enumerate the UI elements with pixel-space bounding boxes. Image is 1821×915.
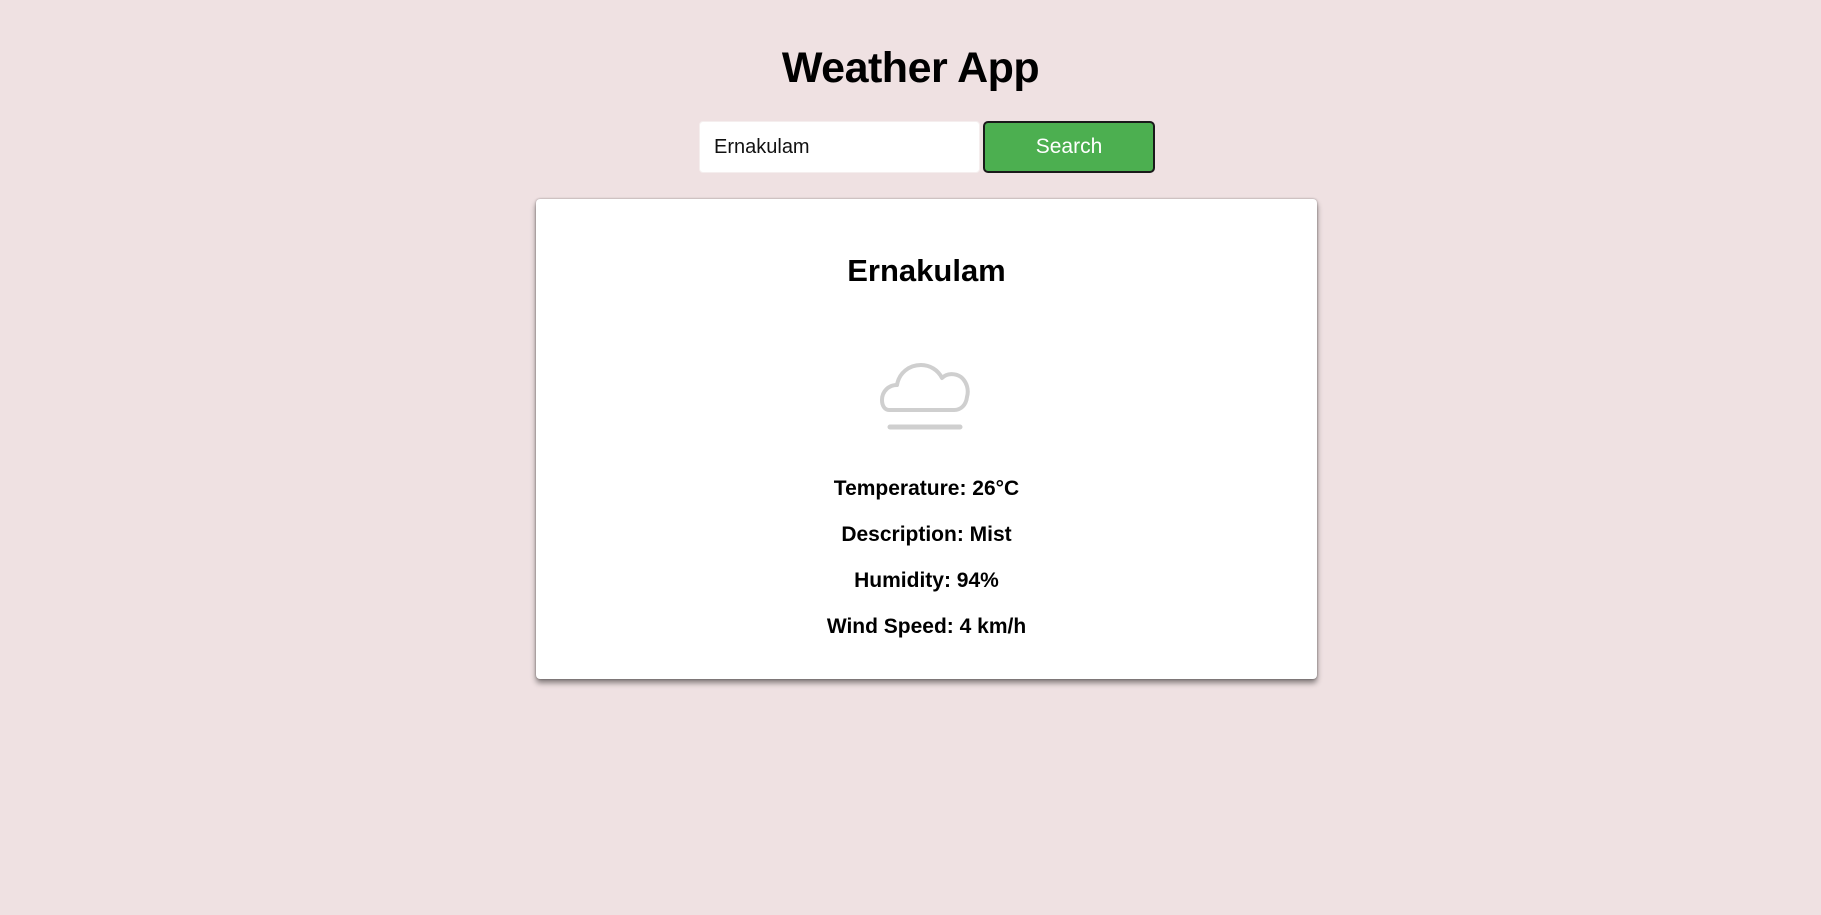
mist-cloud-icon [877,343,977,433]
page-title: Weather App [781,44,1040,92]
weather-app: Weather App Search Ernakulam Temperature… [0,0,1821,915]
search-button[interactable]: Search [983,121,1155,173]
weather-details: Temperature: 26°C Description: Mist Humi… [536,466,1317,650]
search-bar: Search [699,121,1155,173]
city-search-input[interactable] [699,121,980,173]
description-text: Description: Mist [841,523,1012,546]
weather-card: Ernakulam Temperature: 26°C Description:… [536,199,1317,679]
temperature-text: Temperature: 26°C [833,477,1020,500]
city-name: Ernakulam [847,253,1006,288]
wind-speed-text: Wind Speed: 4 km/h [826,615,1027,638]
humidity-text: Humidity: 94% [854,569,999,592]
